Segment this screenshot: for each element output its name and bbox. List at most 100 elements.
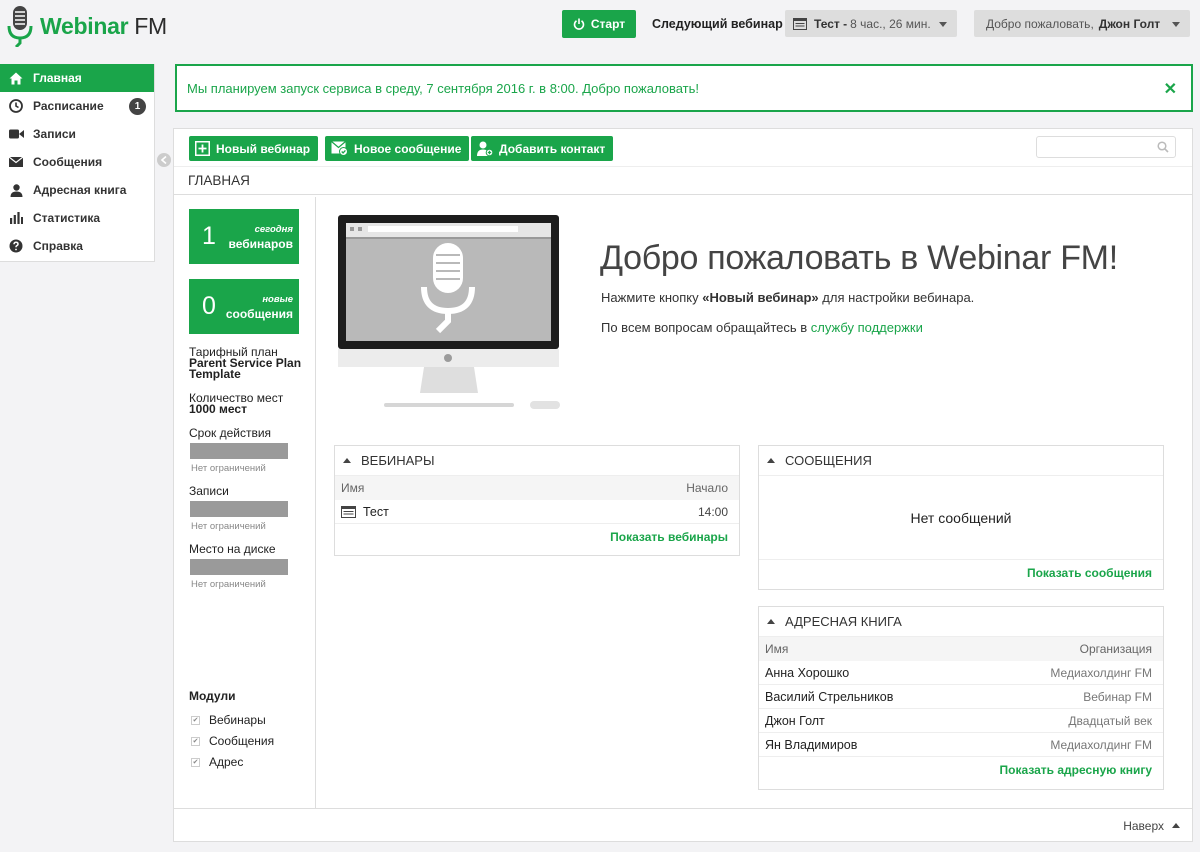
video-icon <box>8 126 24 142</box>
new-messages-label: новые сообщения <box>226 293 293 321</box>
search-input[interactable] <box>1036 136 1176 158</box>
logo-suffix: FM <box>128 12 167 39</box>
chevron-down-icon <box>939 22 947 27</box>
table-row[interactable]: Джон Голт Двадцатый век <box>759 709 1163 733</box>
module-item: ✔ Адрес <box>191 755 243 769</box>
checkbox[interactable]: ✔ <box>191 715 200 725</box>
new-messages-tile[interactable]: 0 новые сообщения <box>189 279 299 334</box>
power-icon <box>573 18 585 30</box>
sidebar-item-schedule[interactable]: Расписание 1 <box>0 92 154 120</box>
webinar-name: Тест <box>363 504 389 519</box>
sidebar-item-home[interactable]: Главная <box>0 64 154 92</box>
collapse-arrow-icon <box>767 458 775 463</box>
sidebar-item-label: Статистика <box>33 211 101 225</box>
show-address-book-link[interactable]: Показать адресную книгу <box>759 757 1163 783</box>
new-message-button[interactable]: Новое сообщение <box>325 136 470 161</box>
envelope-check-icon <box>331 141 348 156</box>
welcome-instruction-suffix: для настройки вебинара. <box>818 290 975 305</box>
contact-name: Василий Стрельников <box>765 689 894 704</box>
table-row[interactable]: Анна Хорошко Медиахолдинг FM <box>759 661 1163 685</box>
column-start: Начало <box>686 481 728 495</box>
modules-title: Модули <box>189 689 236 703</box>
contact-name: Джон Голт <box>765 713 825 728</box>
address-book-panel-title: АДРЕСНАЯ КНИГА <box>785 614 902 629</box>
show-webinars-link[interactable]: Показать вебинары <box>335 524 739 550</box>
records-bar <box>190 501 288 517</box>
sidebar-item-statistics[interactable]: Статистика <box>0 204 154 232</box>
module-label: Адрес <box>209 755 244 769</box>
question-icon <box>8 238 24 254</box>
chevron-down-icon <box>1172 22 1180 27</box>
page-title: ГЛАВНАЯ <box>174 167 1192 195</box>
address-book-panel-header[interactable]: АДРЕСНАЯ КНИГА <box>759 607 1163 637</box>
user-icon <box>8 182 24 198</box>
search-icon <box>1157 141 1169 153</box>
disk-value: Нет ограничений <box>191 579 266 590</box>
sidebar-item-messages[interactable]: Сообщения <box>0 148 154 176</box>
table-header: Имя Начало <box>335 476 739 500</box>
sidebar-item-address-book[interactable]: Адресная книга <box>0 176 154 204</box>
validity-bar <box>190 443 288 459</box>
today-webinars-bottom: вебинаров <box>228 237 293 251</box>
table-row[interactable]: Василий Стрельников Вебинар FM <box>759 685 1163 709</box>
user-name: Джон Голт <box>1098 16 1161 31</box>
plan-value-2: Template <box>189 367 241 381</box>
webinars-panel-header[interactable]: ВЕБИНАРЫ <box>335 446 739 476</box>
disk-bar <box>190 559 288 575</box>
sidebar: Главная Расписание 1 Записи Сообщения Ад… <box>0 64 155 262</box>
top-header: Webinar FM Старт Следующий вебинар Тест … <box>0 0 1200 50</box>
new-message-label: Новое сообщение <box>354 141 462 156</box>
next-webinar-dropdown[interactable]: Тест - 8 час., 26 мин. <box>785 10 957 37</box>
today-webinars-count: 1 <box>202 222 216 250</box>
user-menu-dropdown[interactable]: Добро пожаловать, Джон Голт <box>974 10 1190 37</box>
seats-info: Количество мест 1000 мест <box>189 392 283 415</box>
new-messages-top: новые <box>262 294 293 305</box>
logo-text: Webinar FM <box>40 13 167 40</box>
webinar-list-icon <box>341 505 356 518</box>
sidebar-item-label: Сообщения <box>33 155 103 169</box>
sidebar-collapse-button[interactable] <box>157 153 171 167</box>
back-to-top-link[interactable]: Наверх <box>1123 819 1164 833</box>
announcement-banner: Мы планируем запуск сервиса в среду, 7 с… <box>175 64 1193 112</box>
close-icon[interactable]: ✕ <box>1164 79 1177 99</box>
welcome-instruction-prefix: Нажмите кнопку <box>601 290 703 305</box>
support-text: По всем вопросам обращайтесь в службу по… <box>601 320 923 335</box>
logo[interactable]: Webinar FM <box>6 5 167 47</box>
sidebar-item-records[interactable]: Записи <box>0 120 154 148</box>
module-item: ✔ Сообщения <box>191 734 274 748</box>
new-webinar-label: Новый вебинар <box>216 141 311 156</box>
new-webinar-button[interactable]: Новый вебинар <box>189 136 319 161</box>
welcome-instruction: Нажмите кнопку «Новый вебинар» для настр… <box>601 290 974 305</box>
next-webinar-time: 8 час., 26 мин. <box>850 16 931 31</box>
table-row[interactable]: Тест 14:00 <box>335 500 739 524</box>
messages-panel-title: СООБЩЕНИЯ <box>785 453 872 468</box>
show-messages-link[interactable]: Показать сообщения <box>759 560 1163 586</box>
sidebar-item-label: Адресная книга <box>33 183 127 197</box>
next-webinar-label: Следующий вебинар <box>652 17 783 31</box>
checkbox[interactable]: ✔ <box>191 736 200 746</box>
today-webinars-tile[interactable]: 1 сегодня вебинаров <box>189 209 299 264</box>
support-link[interactable]: службу поддержки <box>811 320 923 335</box>
column-name: Имя <box>341 481 365 495</box>
next-webinar-name: Тест - <box>814 16 848 31</box>
clock-icon <box>8 98 24 114</box>
messages-panel-header[interactable]: СООБЩЕНИЯ <box>759 446 1163 476</box>
sidebar-item-label: Записи <box>33 127 76 141</box>
module-label: Сообщения <box>209 734 275 748</box>
contact-name: Ян Владимиров <box>765 737 858 752</box>
sidebar-item-label: Главная <box>33 71 82 85</box>
account-stats-column: 1 сегодня вебинаров 0 новые сообщения Тари… <box>174 197 316 809</box>
footer: Наверх <box>174 808 1192 842</box>
sidebar-item-help[interactable]: Справка <box>0 232 154 260</box>
table-row[interactable]: Ян Владимиров Медиахолдинг FM <box>759 733 1163 757</box>
contact-name: Анна Хорошко <box>765 665 850 680</box>
webinars-panel-title: ВЕБИНАРЫ <box>361 453 435 468</box>
module-item: ✔ Вебинары <box>191 713 266 727</box>
checkbox[interactable]: ✔ <box>191 757 200 767</box>
bar-chart-icon <box>8 210 24 226</box>
disk-label: Место на диске <box>189 542 276 556</box>
add-contact-button[interactable]: Добавить контакт <box>471 136 614 161</box>
welcome-text: Добро пожаловать, <box>986 16 1094 31</box>
start-button[interactable]: Старт <box>562 10 636 38</box>
sidebar-item-label: Расписание <box>33 99 104 113</box>
